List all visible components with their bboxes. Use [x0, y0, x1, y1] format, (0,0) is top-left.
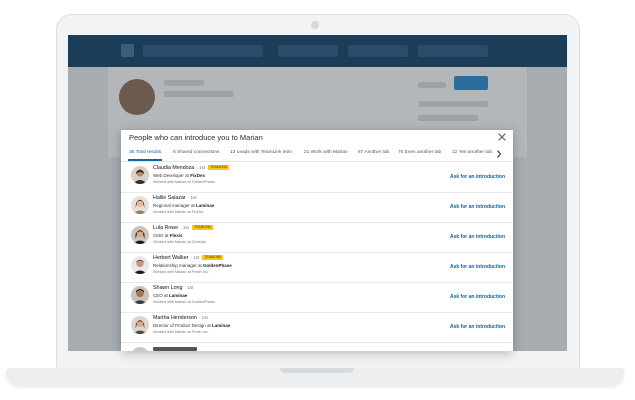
person-name-placeholder	[153, 347, 197, 351]
person-name-line[interactable]: Shawn Long · 1st	[153, 285, 193, 291]
avatar[interactable]	[131, 226, 149, 244]
avatar[interactable]	[131, 166, 149, 184]
person-role: CEO at Laminae	[153, 293, 188, 298]
modal-title: People who can introduce you to Marian	[129, 133, 263, 142]
person-worked-with: Worked with Marian at FixDex	[153, 210, 204, 214]
background-text-line	[164, 91, 234, 97]
background-nav-item	[348, 45, 408, 57]
avatar[interactable]	[131, 316, 149, 334]
ask-for-introduction-link[interactable]: Ask for an introduction	[450, 294, 505, 300]
background-text-line	[418, 115, 478, 121]
person-worked-with: Worked with Marian at Fresh Inc.	[153, 330, 209, 334]
person-worked-with: Worked with Marian at GoldenPhase	[153, 300, 215, 304]
tab-another[interactable]: 67 Another tab	[358, 150, 389, 155]
tab-total-results[interactable]: 36 Total results	[129, 150, 161, 155]
ask-for-introduction-link[interactable]: Ask for an introduction	[450, 174, 505, 180]
background-navbar	[68, 35, 567, 67]
background-text-line	[164, 80, 204, 86]
ask-for-introduction-link[interactable]: Ask for an introduction	[450, 204, 505, 210]
background-nav-item	[418, 45, 488, 57]
list-item: Lula Rowe · 1st TEAMLINK CMO at Flexis Wor…	[121, 222, 513, 253]
tab-shared-connections[interactable]: 8 Shared connections	[173, 150, 219, 155]
list-item: Herbert Walker · 1st TEAMLINK Relationship…	[121, 252, 513, 283]
list-item-partial	[121, 344, 513, 351]
avatar[interactable]	[131, 286, 149, 304]
background-button	[454, 76, 488, 90]
list-item: Martha Henderson · 1st Director of Produc…	[121, 312, 513, 343]
person-name-line[interactable]: Herbert Walker · 1st TEAMLINK	[153, 255, 224, 261]
teamlink-badge: TEAMLINK	[208, 165, 230, 170]
list-item: Hallie Salazar · 1st Regional manager at …	[121, 192, 513, 223]
tab-even-another[interactable]: 76 Even another tab	[398, 150, 441, 155]
list-item: Shawn Long · 1st CEO at Laminae Worked wi…	[121, 282, 513, 313]
chevron-right-icon[interactable]	[495, 149, 503, 159]
person-name-line[interactable]: Martha Henderson · 1st	[153, 315, 208, 321]
background-avatar	[119, 79, 155, 115]
background-text-line	[418, 101, 488, 107]
introductions-modal: People who can introduce you to Marian 3…	[121, 130, 513, 351]
tab-work-with-marian[interactable]: 21 Work with Marian	[304, 150, 348, 155]
tab-bar: 36 Total results 8 Shared connections 13…	[121, 148, 513, 162]
close-icon[interactable]	[497, 132, 507, 142]
ask-for-introduction-link[interactable]: Ask for an introduction	[450, 264, 505, 270]
background-logo-icon	[121, 44, 134, 57]
person-role: Director of Product Design at Laminae	[153, 323, 231, 328]
avatar[interactable]	[131, 196, 149, 214]
person-worked-with: Worked with Marian at GoldenPhase	[153, 180, 215, 184]
ask-for-introduction-link[interactable]: Ask for an introduction	[450, 234, 505, 240]
person-role: Relationship manager at GoldenPhase	[153, 263, 232, 268]
person-name-line[interactable]: Claudia Mendoza · 1st TEAMLINK	[153, 165, 230, 171]
person-worked-with: Worked with Marian at Fresh Inc.	[153, 270, 209, 274]
avatar[interactable]	[131, 347, 149, 351]
person-role: Regional manager at Laminae	[153, 203, 215, 208]
background-nav-item	[278, 45, 338, 57]
background-text-line	[418, 82, 446, 88]
teamlink-badge: TEAMLINK	[202, 255, 224, 260]
tab-teamlink-leads[interactable]: 13 Leads with TeamLink intro	[230, 150, 292, 155]
person-role: Web Developer at FixDex	[153, 173, 205, 178]
tab-yes-another[interactable]: 12 Yes another tab	[452, 150, 492, 155]
ask-for-introduction-link[interactable]: Ask for an introduction	[450, 324, 505, 330]
person-worked-with: Worked with Marian at Zoomjax	[153, 240, 207, 244]
list-item: Claudia Mendoza · 1st TEAMLINK Web Develop…	[121, 162, 513, 193]
active-tab-indicator	[128, 159, 162, 161]
modal-header: People who can introduce you to Marian	[121, 130, 513, 146]
camera-icon	[311, 21, 319, 29]
person-role: CMO at Flexis	[153, 233, 183, 238]
teamlink-badge: TEAMLINK	[191, 225, 213, 230]
background-search-bar	[143, 45, 263, 57]
person-name-line[interactable]: Hallie Salazar · 1st	[153, 195, 197, 201]
person-name-line[interactable]: Lula Rowe · 1st TEAMLINK	[153, 225, 213, 231]
laptop-notch	[280, 368, 354, 373]
avatar[interactable]	[131, 256, 149, 274]
